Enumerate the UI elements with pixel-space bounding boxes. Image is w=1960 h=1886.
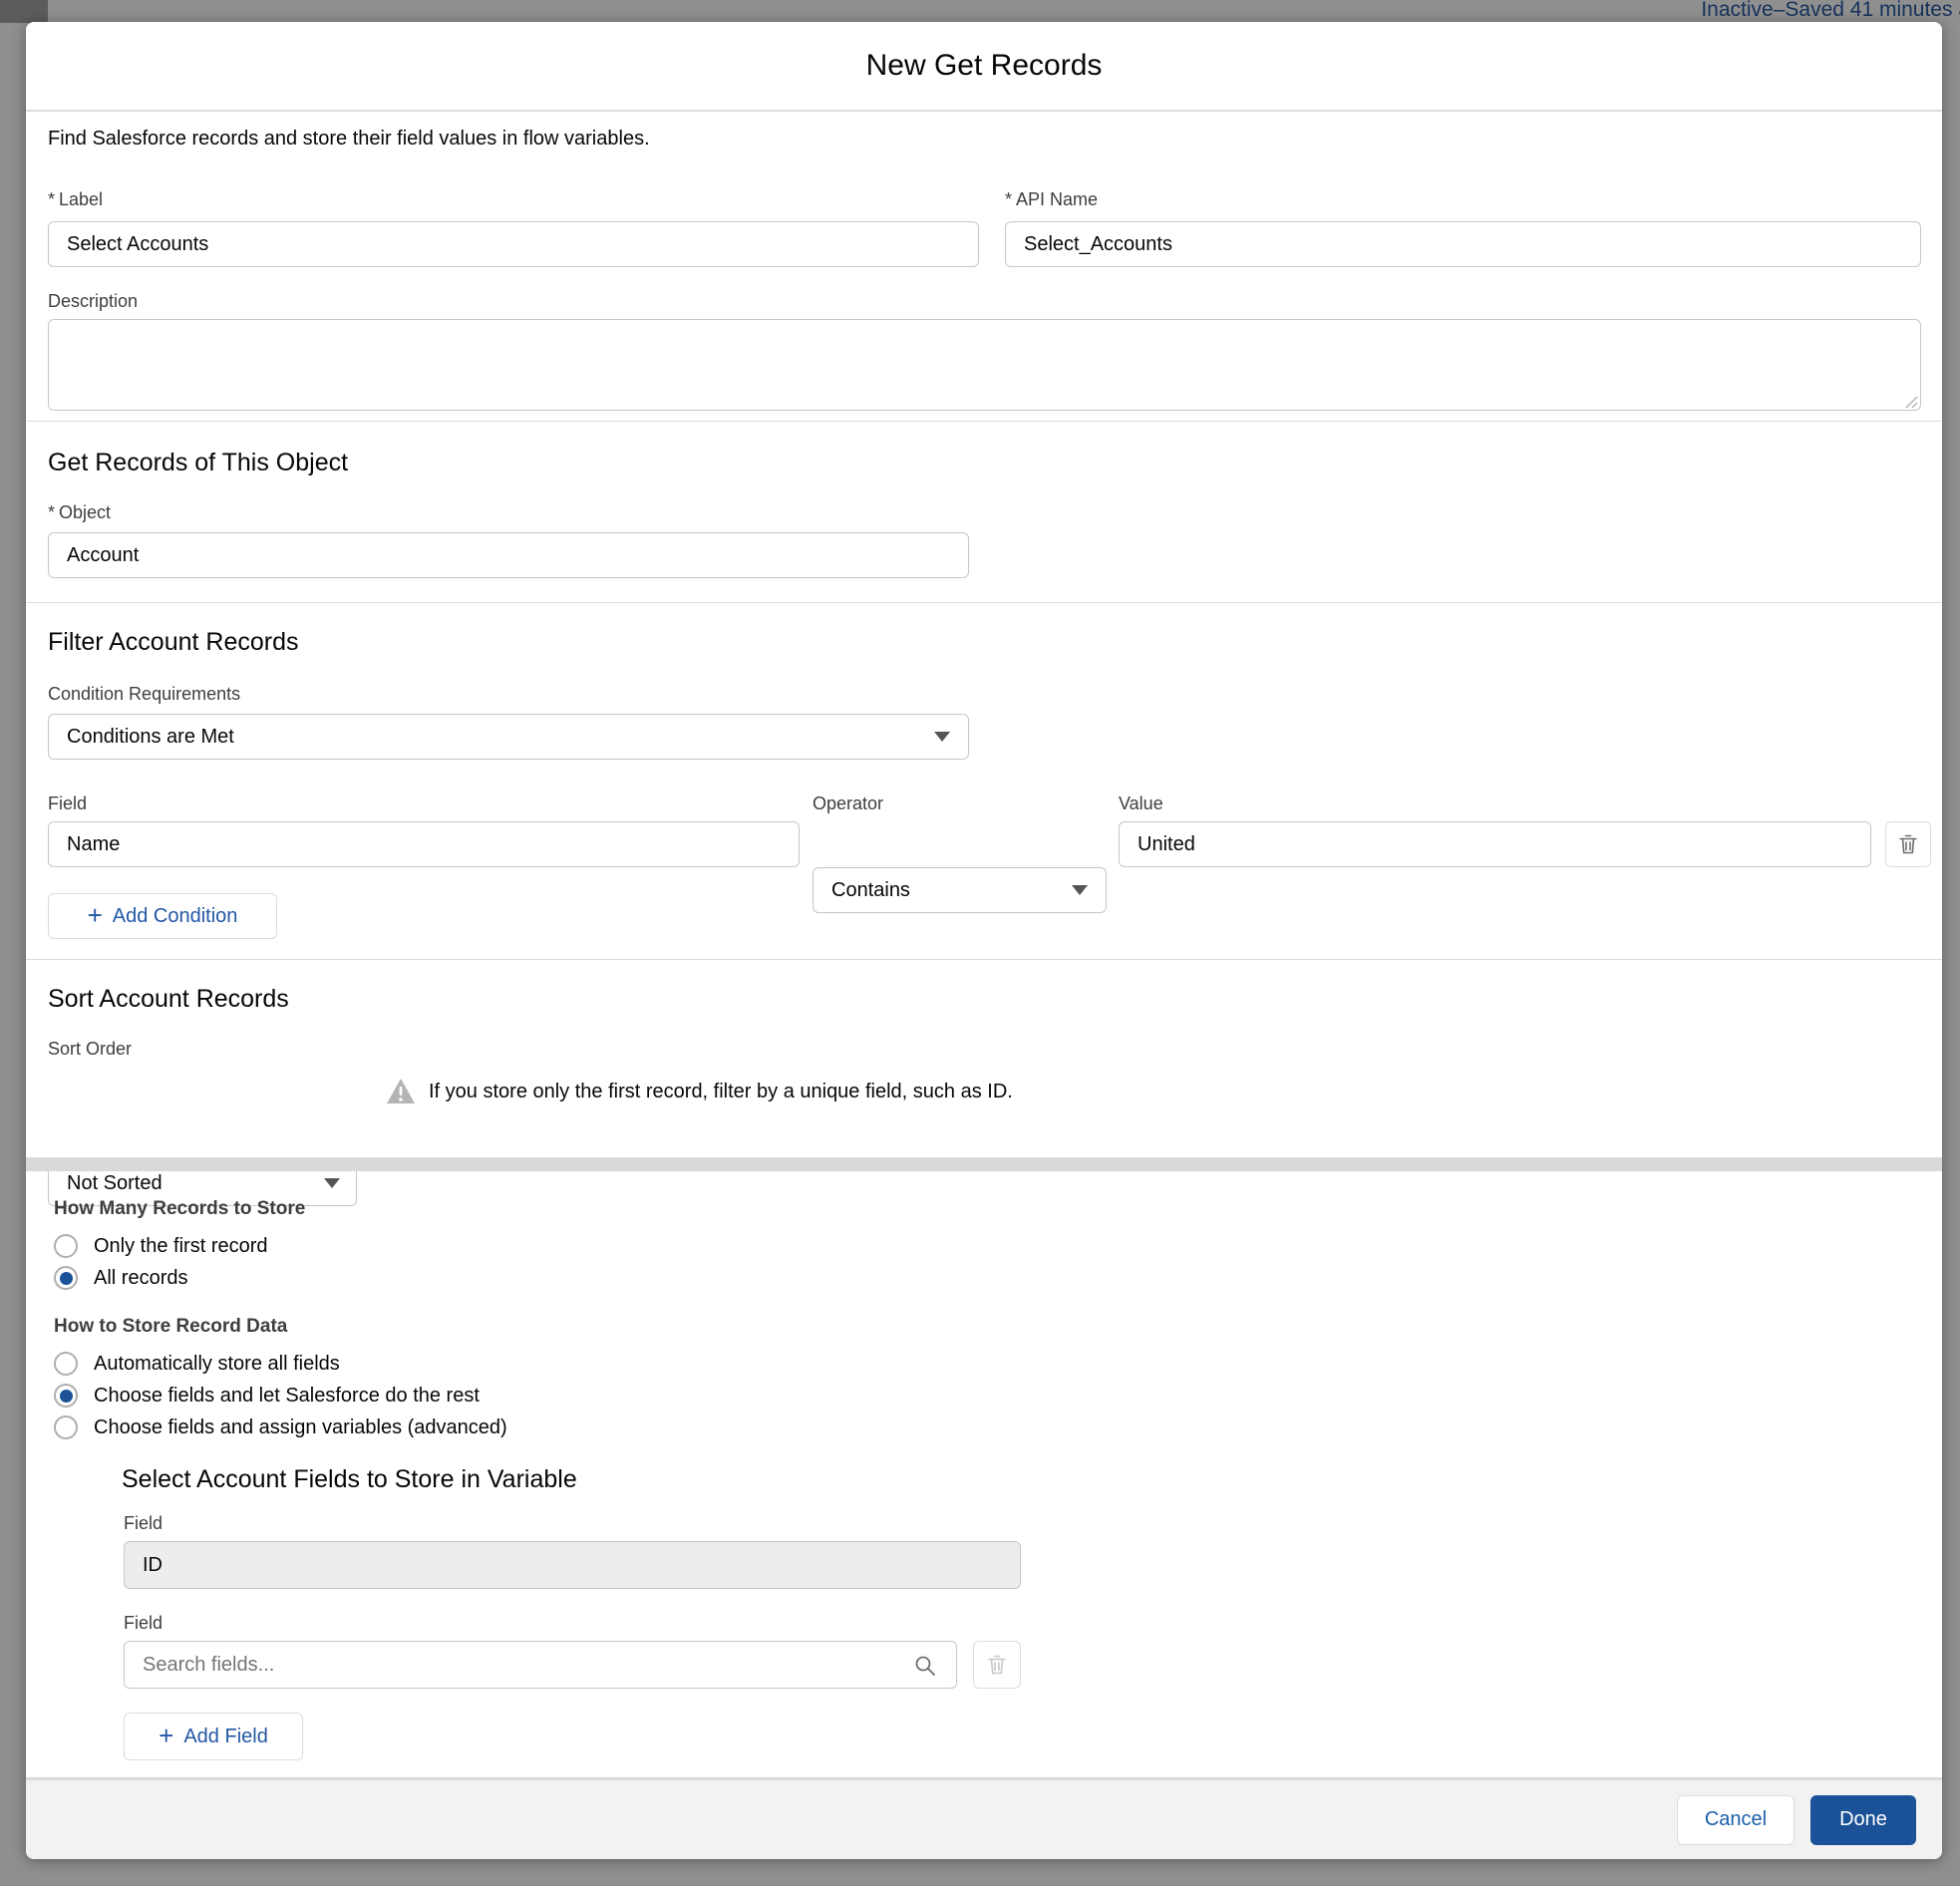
chevron-down-icon <box>1072 885 1088 895</box>
stored-field-id-input <box>124 1541 1021 1589</box>
required-mark: * <box>48 189 55 209</box>
sort-warning-text: If you store only the first record, filt… <box>429 1081 1013 1103</box>
radio-selected-icon[interactable] <box>54 1384 78 1408</box>
object-input[interactable] <box>48 532 969 578</box>
section-divider <box>26 602 1942 603</box>
trash-icon <box>1896 832 1920 856</box>
api-name-field-label: *API Name <box>1005 189 1098 210</box>
how-many-records-label: How Many Records to Store <box>54 1198 305 1220</box>
section-divider <box>26 421 1942 422</box>
radio-selected-icon[interactable] <box>54 1266 78 1290</box>
screen: Inactive–Saved 41 minutes a New Get Reco… <box>0 0 1960 1886</box>
select-fields-heading: Select Account Fields to Store in Variab… <box>122 1465 577 1494</box>
object-field-label: *Object <box>48 502 111 523</box>
description-textarea[interactable] <box>48 319 1921 411</box>
condition-requirements-value: Conditions are Met <box>67 726 234 749</box>
required-mark: * <box>1005 189 1012 209</box>
radio-option-auto-store-all-fields[interactable]: Automatically store all fields <box>54 1352 340 1376</box>
add-field-button[interactable]: + Add Field <box>124 1713 303 1760</box>
new-get-records-modal: New Get Records Find Salesforce records … <box>26 22 1942 1859</box>
delete-condition-button[interactable] <box>1885 821 1931 867</box>
stored-field-label: Field <box>124 1513 163 1534</box>
filter-section-heading: Filter Account Records <box>48 628 299 657</box>
search-fields-input[interactable] <box>124 1641 957 1689</box>
trash-icon <box>985 1653 1009 1677</box>
sort-section-heading: Sort Account Records <box>48 985 289 1014</box>
radio-option-choose-fields-advanced[interactable]: Choose fields and assign variables (adva… <box>54 1415 507 1439</box>
plus-icon: + <box>88 905 103 925</box>
chevron-down-icon <box>324 1178 340 1188</box>
filter-field-label: Field <box>48 793 87 814</box>
modal-description-text: Find Salesforce records and store their … <box>48 128 650 151</box>
radio-icon[interactable] <box>54 1234 78 1258</box>
done-button[interactable]: Done <box>1810 1795 1916 1845</box>
radio-option-choose-fields-salesforce[interactable]: Choose fields and let Salesforce do the … <box>54 1384 480 1408</box>
search-icon <box>913 1654 937 1678</box>
filter-field-input[interactable] <box>48 821 800 867</box>
condition-requirements-combobox[interactable]: Conditions are Met <box>48 714 969 760</box>
plus-icon: + <box>159 1726 173 1745</box>
filter-value-label: Value <box>1119 793 1163 814</box>
api-name-input[interactable] <box>1005 221 1921 267</box>
new-field-label: Field <box>124 1613 163 1634</box>
section-divider <box>26 959 1942 960</box>
condition-requirements-label: Condition Requirements <box>48 684 240 705</box>
sort-order-value: Not Sorted <box>67 1172 163 1195</box>
chevron-down-icon <box>934 732 950 742</box>
label-input[interactable] <box>48 221 979 267</box>
how-to-store-label: How to Store Record Data <box>54 1316 287 1338</box>
radio-icon[interactable] <box>54 1415 78 1439</box>
radio-option-only-first-record[interactable]: Only the first record <box>54 1234 268 1258</box>
radio-option-all-records[interactable]: All records <box>54 1266 187 1290</box>
warning-icon <box>385 1077 417 1106</box>
filter-operator-value: Contains <box>831 879 910 902</box>
required-mark: * <box>48 502 55 522</box>
modal-title: New Get Records <box>866 49 1103 83</box>
cancel-button[interactable]: Cancel <box>1677 1795 1795 1845</box>
delete-field-button[interactable] <box>973 1641 1021 1689</box>
textarea-resize-handle[interactable] <box>1904 395 1918 409</box>
modal-footer: Cancel Done <box>26 1777 1942 1859</box>
object-section-heading: Get Records of This Object <box>48 449 348 477</box>
sort-order-label: Sort Order <box>48 1039 132 1060</box>
background-toolbar-fragment <box>0 0 48 23</box>
add-condition-button[interactable]: + Add Condition <box>48 893 277 939</box>
panel-separator <box>26 1157 1942 1171</box>
radio-icon[interactable] <box>54 1352 78 1376</box>
filter-operator-combobox[interactable]: Contains <box>813 867 1107 913</box>
description-label: Description <box>48 291 138 312</box>
label-field-label: *Label <box>48 189 103 210</box>
filter-operator-label: Operator <box>813 793 883 814</box>
modal-header: New Get Records <box>26 22 1942 112</box>
flow-status-text: Inactive–Saved 41 minutes a <box>1701 0 1960 22</box>
filter-value-input[interactable] <box>1119 821 1871 867</box>
